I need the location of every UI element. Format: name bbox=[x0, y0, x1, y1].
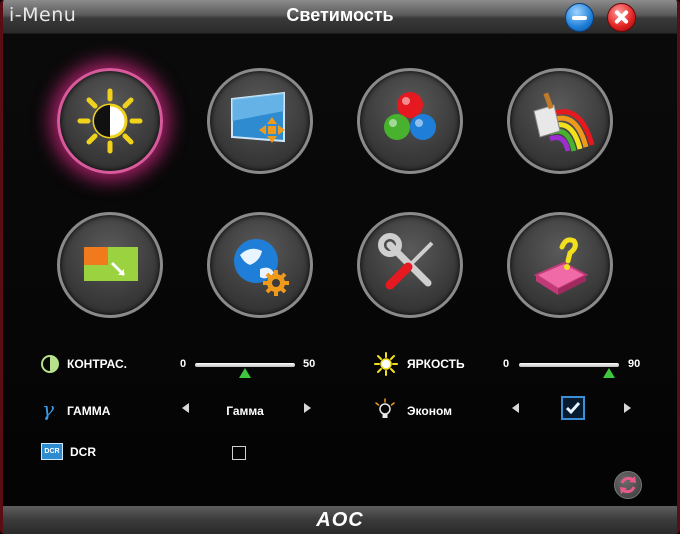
tile-image-setup[interactable] bbox=[207, 68, 313, 174]
dcr-icon: DCR bbox=[41, 443, 63, 460]
brightness-min: 0 bbox=[503, 358, 510, 370]
wrench-screwdriver-icon bbox=[378, 233, 434, 290]
window-position-icon bbox=[84, 247, 138, 281]
gamma-value: Гамма bbox=[226, 404, 264, 418]
exit-door-icon bbox=[533, 237, 589, 295]
contrast-label: КОНТРАС. bbox=[67, 357, 127, 371]
color-balls-icon bbox=[384, 92, 436, 140]
dcr-checkbox[interactable] bbox=[232, 446, 246, 460]
tile-color-setup[interactable] bbox=[357, 68, 463, 174]
brightness-sun-icon bbox=[77, 88, 143, 154]
gamma-prev-arrow-icon[interactable] bbox=[182, 403, 189, 413]
paint-bucket-rainbow-icon bbox=[533, 92, 595, 152]
eco-checkbox[interactable] bbox=[561, 396, 585, 420]
i-menu-window: i-Menu Светимость КОНТРАС. 0 50 ЯРКОСТЬ … bbox=[0, 0, 680, 534]
tile-osd-setup[interactable] bbox=[57, 212, 163, 318]
contrast-slider[interactable] bbox=[195, 363, 295, 367]
contrast-slider-thumb[interactable] bbox=[239, 368, 251, 378]
footer-bar: AOC bbox=[3, 506, 677, 534]
reset-arrows-icon bbox=[620, 476, 636, 494]
eco-bulb-icon bbox=[375, 398, 395, 418]
gamma-icon: γ bbox=[42, 397, 54, 421]
tile-luminance[interactable] bbox=[57, 68, 163, 174]
tile-picture-boost[interactable] bbox=[507, 68, 613, 174]
contrast-icon bbox=[41, 355, 59, 373]
eco-next-arrow-icon[interactable] bbox=[624, 403, 631, 413]
checkmark-icon bbox=[565, 402, 581, 415]
brightness-value: 90 bbox=[628, 358, 641, 370]
contrast-value: 50 bbox=[303, 358, 316, 370]
image-setup-icon bbox=[231, 91, 285, 143]
brightness-icon bbox=[374, 352, 398, 376]
gamma-next-arrow-icon[interactable] bbox=[304, 403, 311, 413]
brightness-slider[interactable] bbox=[519, 363, 619, 367]
tile-exit[interactable] bbox=[507, 212, 613, 318]
tile-tools[interactable] bbox=[357, 212, 463, 318]
title-bar: i-Menu Светимость bbox=[3, 0, 677, 34]
contrast-min: 0 bbox=[180, 358, 187, 370]
globe-gear-icon bbox=[234, 239, 289, 296]
close-button[interactable] bbox=[607, 3, 636, 32]
brightness-slider-thumb[interactable] bbox=[603, 368, 615, 378]
brightness-label: ЯРКОСТЬ bbox=[407, 357, 465, 371]
reset-button[interactable] bbox=[614, 471, 642, 499]
gamma-label: ГАММА bbox=[67, 404, 111, 418]
dcr-label: DCR bbox=[70, 445, 96, 459]
eco-prev-arrow-icon[interactable] bbox=[512, 403, 519, 413]
minimize-button[interactable] bbox=[565, 3, 594, 32]
aoc-logo: AOC bbox=[316, 509, 364, 531]
eco-label: Эконом bbox=[407, 404, 453, 418]
tile-extra[interactable] bbox=[207, 212, 313, 318]
